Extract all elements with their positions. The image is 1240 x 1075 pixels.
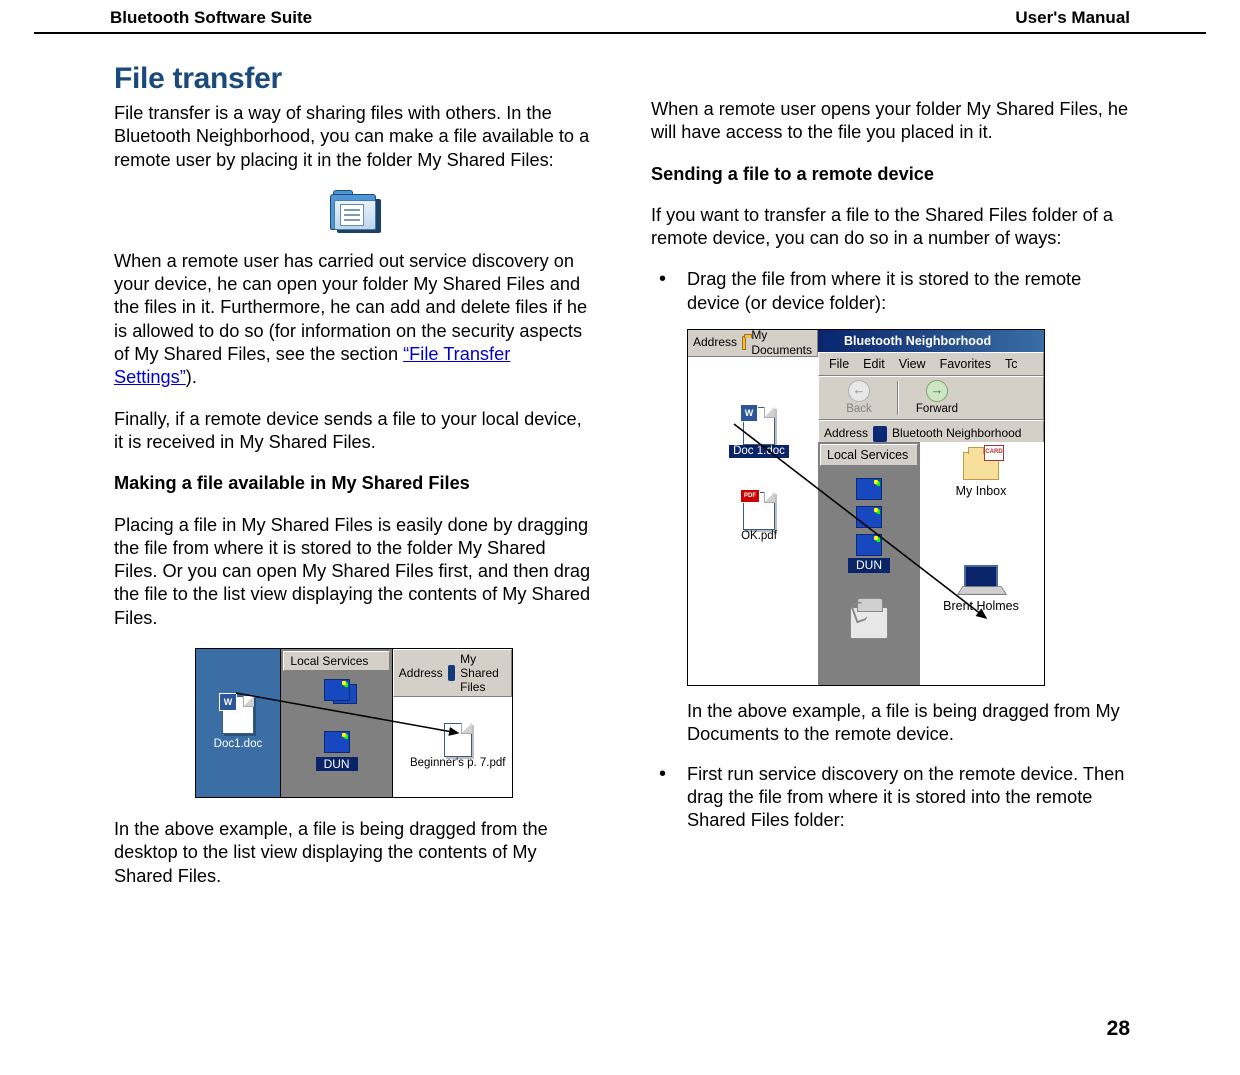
vignette-remote-drag: Address My Documents W Doc 1.doc [687, 329, 1045, 686]
left-p3: Finally, if a remote device sends a file… [114, 408, 593, 455]
bullet-2-text: First run service discovery on the remot… [687, 764, 1124, 831]
devices-area: CARD My Inbox Brent Holmes [920, 442, 1044, 685]
fax-service-icon [850, 607, 888, 639]
toolbar: ←Back →Forward [818, 376, 1044, 420]
device-label: My Inbox [956, 483, 1007, 499]
device-my-inbox: CARD My Inbox [936, 452, 1026, 499]
folder-icon [742, 336, 746, 350]
list-item: PDF OK.pdf [700, 492, 818, 543]
left-p1: File transfer is a way of sharing files … [114, 102, 593, 172]
laptop-icon [960, 565, 1002, 595]
inner-address-value: Bluetooth Neighborhood [892, 426, 1021, 441]
page-number: 28 [1107, 1017, 1130, 1041]
list-item: Beginner's p. 7.pdf [410, 723, 506, 770]
service-icon [324, 679, 350, 701]
shared-files-folder-icon [330, 190, 378, 230]
window-title-text: Bluetooth Neighborhood [844, 333, 991, 349]
figure-drag-to-shared: W Doc1.doc Local Services DUN [114, 648, 593, 798]
word-doc-icon: W [222, 696, 254, 734]
services-sidebar: Local Services DUN [818, 442, 920, 685]
menu-view[interactable]: View [899, 356, 926, 372]
bluetooth-logo-icon [824, 333, 838, 349]
inner-address-label: Address [824, 426, 868, 441]
address-value: My Shared Files [460, 652, 505, 694]
right-p2: If you want to transfer a file to the Sh… [651, 204, 1130, 251]
dun-label: DUN [848, 558, 890, 573]
bullet-list: Drag the file from where it is stored to… [651, 268, 1130, 832]
bullet-1: Drag the file from where it is stored to… [651, 268, 1130, 746]
menu-file[interactable]: File [829, 356, 849, 372]
header-left: Bluetooth Software Suite [110, 8, 312, 28]
figure-drag-to-remote: Address My Documents W Doc 1.doc [687, 329, 1130, 686]
left-p5: In the above example, a file is being dr… [114, 818, 593, 888]
bluetooth-logo-icon [873, 426, 887, 442]
right-column: When a remote user opens your folder My … [651, 62, 1130, 906]
toolbar-separator [897, 381, 899, 415]
list-file-label: Beginner's p. 7.pdf [410, 757, 506, 770]
selected-file-label: Doc 1.doc [729, 445, 789, 458]
services-panel: Local Services DUN [281, 649, 392, 797]
menubar: File Edit View Favorites Tc [818, 352, 1044, 376]
outer-address-value: My Documents [751, 329, 812, 358]
list-item: W Doc 1.doc [700, 407, 818, 458]
menu-edit[interactable]: Edit [863, 356, 885, 372]
right-p1: When a remote user opens your folder My … [651, 98, 1130, 145]
right-h2a: Sending a file to a remote device [651, 163, 1130, 186]
left-p4: Placing a file in My Shared Files is eas… [114, 514, 593, 630]
bullet-1-text: Drag the file from where it is stored to… [687, 269, 1081, 312]
device-label: Brent Holmes [943, 598, 1019, 614]
inbox-icon: CARD [963, 452, 999, 480]
section-title: File transfer [114, 62, 593, 96]
service-icon [856, 478, 882, 500]
desktop-column: W Doc1.doc [196, 649, 282, 797]
left-h2a: Making a file available in My Shared Fil… [114, 472, 593, 495]
bluetooth-window: Bluetooth Neighborhood File Edit View Fa… [818, 330, 1044, 685]
desktop-file-label: Doc1.doc [214, 738, 263, 750]
window-titlebar: Bluetooth Neighborhood [818, 330, 1044, 352]
menu-tools-truncated[interactable]: Tc [1005, 356, 1018, 372]
outer-address-label: Address [693, 335, 737, 350]
bullet-1-caption: In the above example, a file is being dr… [687, 700, 1130, 747]
left-p2: When a remote user has carried out servi… [114, 250, 593, 390]
dun-service-icon [856, 534, 882, 556]
figure-shared-folder-icon [114, 190, 593, 230]
forward-button[interactable]: →Forward [905, 380, 969, 417]
bullet-2: First run service discovery on the remot… [651, 763, 1130, 833]
vignette-shared-files: W Doc1.doc Local Services DUN [195, 648, 513, 798]
device-brent-holmes: Brent Holmes [936, 565, 1026, 614]
page-header: Bluetooth Software Suite User's Manual [0, 0, 1240, 32]
service-icon [856, 506, 882, 528]
left-p2-pre: When a remote user has carried out servi… [114, 251, 587, 364]
dun-service-icon [324, 731, 350, 753]
word-doc-icon: W [743, 407, 775, 445]
outer-explorer-pane: Address My Documents W Doc 1.doc [688, 330, 819, 685]
pdf-doc-icon: PDF [743, 492, 775, 530]
address-label: Address [399, 666, 443, 680]
back-button[interactable]: ←Back [827, 380, 891, 417]
local-services-label: Local Services [283, 651, 389, 671]
pdf-doc-icon [444, 723, 472, 757]
header-right: User's Manual [1015, 8, 1130, 28]
dun-label: DUN [316, 757, 358, 771]
shared-files-pane: Address My Shared Files Beginner's p. 7.… [393, 649, 512, 797]
menu-favorites[interactable]: Favorites [940, 356, 991, 372]
left-column: File transfer File transfer is a way of … [114, 62, 593, 906]
left-p2-post: ). [186, 367, 197, 387]
content-area: File transfer File transfer is a way of … [0, 34, 1240, 906]
file-label: OK.pdf [741, 530, 777, 543]
bluetooth-logo-icon [448, 665, 455, 681]
local-services-label: Local Services [820, 444, 918, 466]
